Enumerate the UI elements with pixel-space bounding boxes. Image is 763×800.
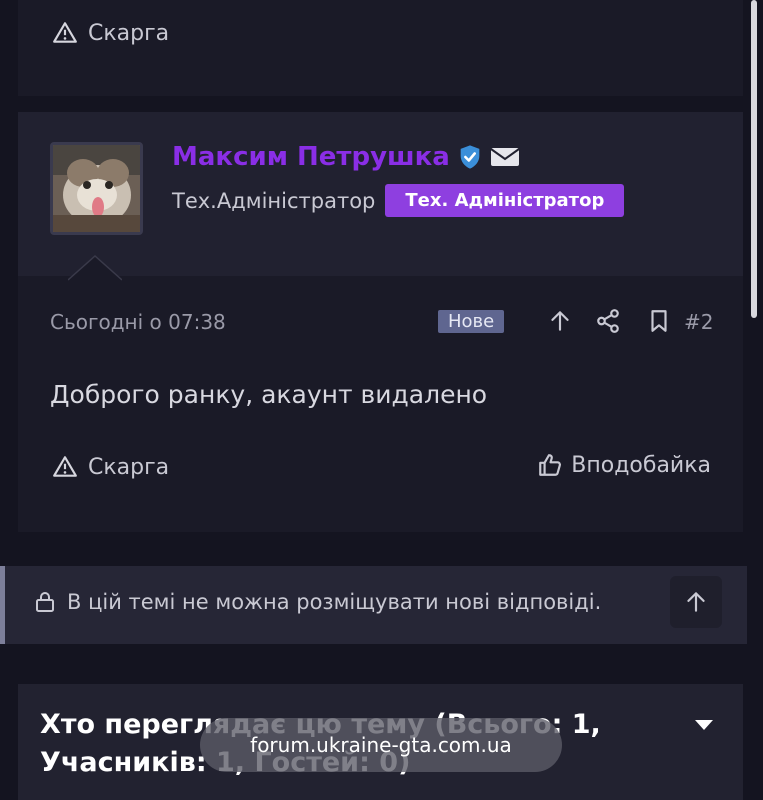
warning-triangle-icon [53,22,77,43]
post-number[interactable]: #2 [684,310,713,334]
report-label: Скарга [88,454,170,480]
bookmark-icon[interactable] [646,308,672,334]
avatar[interactable] [50,142,143,235]
report-button[interactable]: Скарга [52,20,169,46]
report-button[interactable]: Скарга [52,454,169,480]
role-badge: Тех. Адміністратор [385,184,625,217]
author-name-row: Максим Петрушка [172,142,520,172]
verified-shield-icon [460,145,480,169]
author-role-row: Тех.Адміністратор Тех. Адміністратор [172,184,625,217]
address-url: forum.ukraine-gta.com.ua [250,733,512,757]
header-pointer [68,254,122,281]
address-bar[interactable]: forum.ukraine-gta.com.ua [200,718,562,772]
author-role: Тех.Адміністратор [172,188,376,213]
previous-post-footer: Скарга [18,0,743,96]
scroll-to-top-button[interactable] [670,576,722,628]
post-date[interactable]: Сьогодні о 07:38 [50,310,226,334]
post-meta: Сьогодні о 07:38 Нове #2 [50,308,714,338]
caret-down-icon[interactable] [693,718,715,732]
locked-text: В цій темі не можна розміщувати нові від… [67,590,602,614]
report-label: Скарга [88,20,170,46]
post-card: Максим Петрушка Тех.Адміністратор Тех. А… [18,112,743,532]
like-label: Вподобайка [571,452,711,478]
warning-triangle-icon [53,456,77,477]
author-name[interactable]: Максим Петрушка [172,142,450,172]
arrow-up-icon [687,592,705,612]
thumbs-up-icon [539,454,562,476]
thread-locked-notice: В цій темі не можна розміщувати нові від… [0,566,747,644]
share-icon[interactable] [595,308,621,334]
arrow-up-icon[interactable] [547,308,573,334]
like-button[interactable]: Вподобайка [537,452,711,478]
post-content: Доброго ранку, акаунт видалено [50,380,488,409]
scrollbar[interactable] [751,0,757,318]
envelope-icon[interactable] [490,145,520,169]
lock-icon [36,592,54,612]
cat-avatar-image [53,145,140,232]
new-badge: Нове [438,310,505,333]
